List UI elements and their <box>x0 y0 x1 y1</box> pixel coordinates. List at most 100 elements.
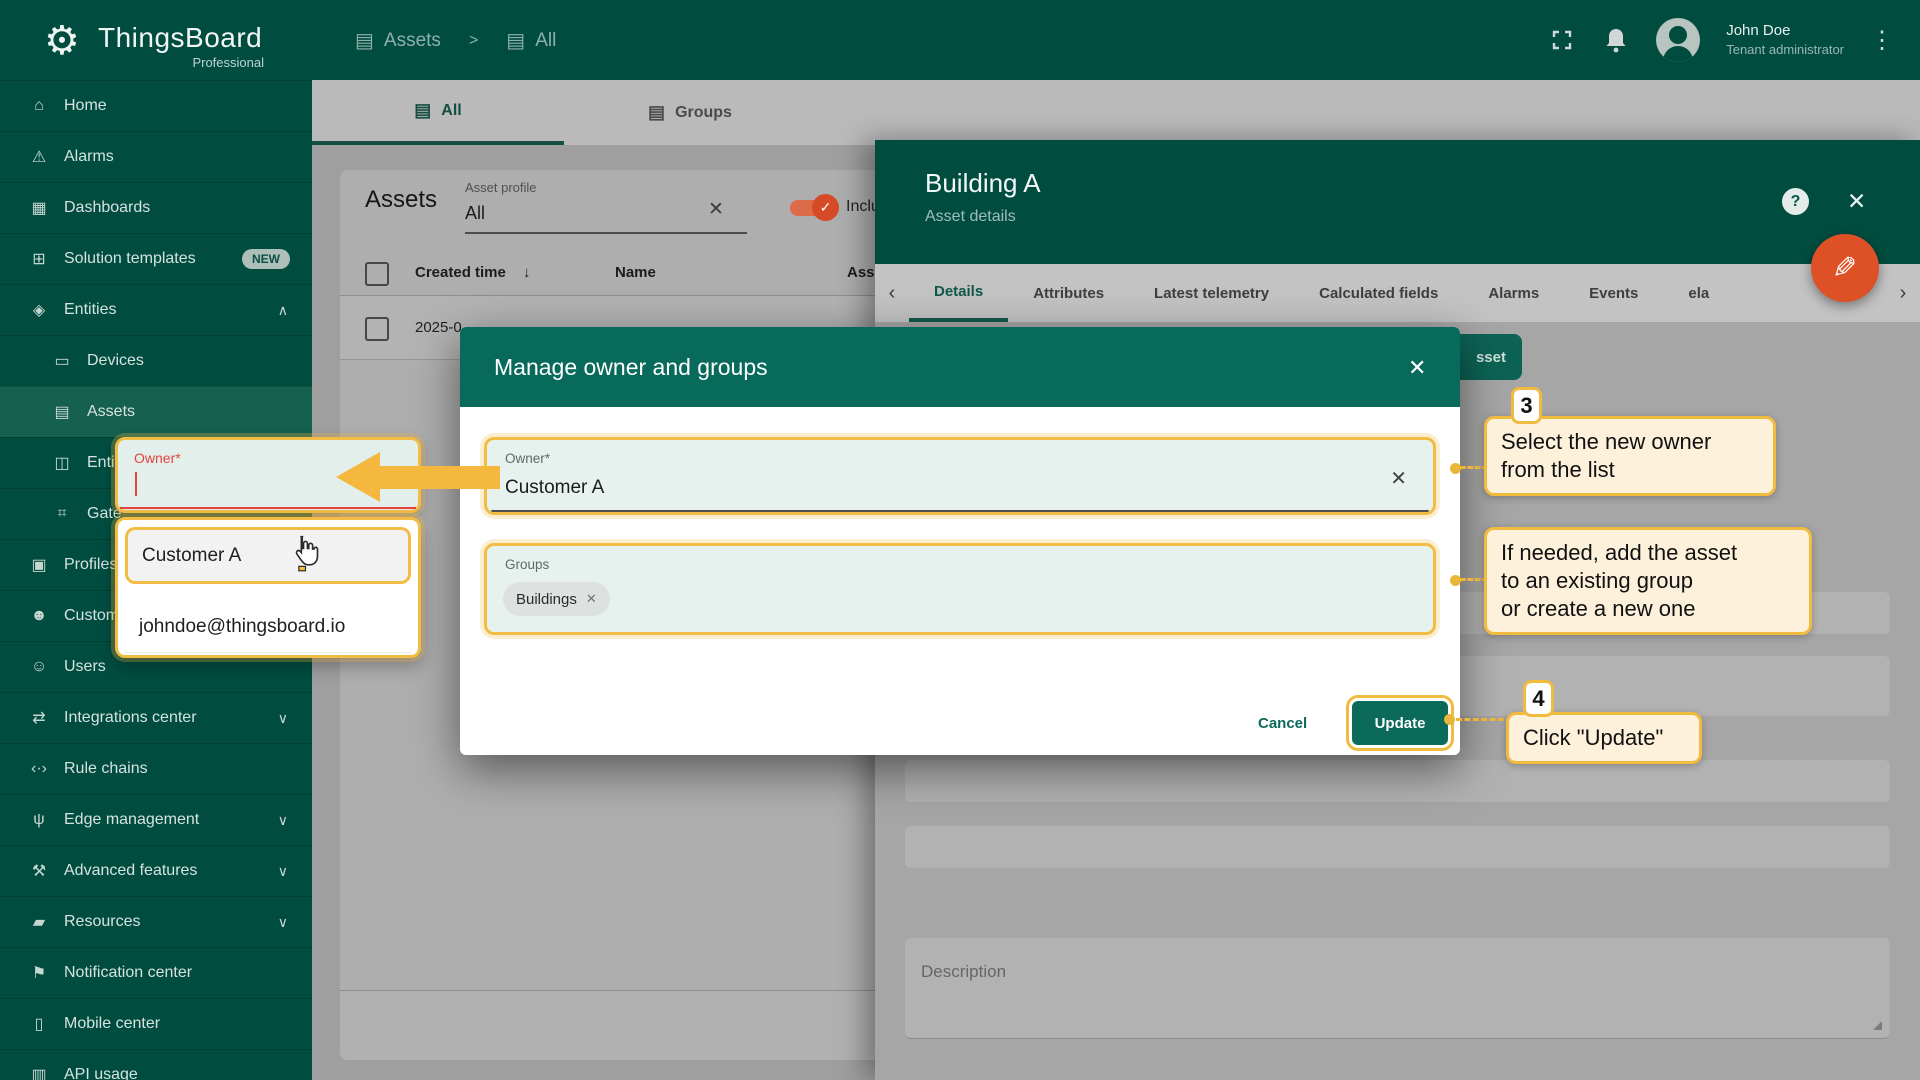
tabs-scroll-right-icon[interactable]: › <box>1886 264 1920 322</box>
hand-cursor-icon <box>286 533 322 573</box>
divider <box>125 652 411 653</box>
sidebar-item-alarms[interactable]: ⚠ Alarms <box>0 131 312 182</box>
sort-desc-icon[interactable]: ↓ <box>523 264 531 281</box>
group-chip-label: Buildings <box>516 591 577 608</box>
sidebar-item-devices[interactable]: ▭ Devices <box>0 335 312 386</box>
sidebar-item-notification-center[interactable]: ⚑ Notification center <box>0 947 312 998</box>
sidebar-item-advanced-features[interactable]: ⚒ Advanced features ∨ <box>0 845 312 896</box>
breadcrumb-all[interactable]: All <box>535 30 556 52</box>
solution-templates-icon: ⊞ <box>27 249 51 269</box>
user-info[interactable]: John Doe Tenant administrator <box>1726 21 1844 59</box>
devices-icon: ▭ <box>50 351 74 371</box>
drawer-tab-attributes[interactable]: Attributes <box>1008 264 1129 322</box>
asset-profile-filter-select[interactable]: All <box>465 203 485 224</box>
building-icon: ▤ <box>506 28 525 53</box>
option-customer-a[interactable]: Customer A <box>125 527 411 584</box>
step-3-badge: 3 <box>1511 387 1542 424</box>
error-underline <box>120 507 416 510</box>
column-created-time[interactable]: Created time <box>415 264 506 281</box>
sidebar-item-assets[interactable]: ▤ Assets <box>0 386 312 437</box>
tabs-scroll-left-icon[interactable]: ‹ <box>875 264 909 322</box>
clear-owner-icon[interactable]: ✕ <box>1390 466 1407 491</box>
profiles-icon: ▣ <box>27 555 51 575</box>
clear-filter-icon[interactable]: ✕ <box>708 198 724 221</box>
drawer-tab-latest-telemetry[interactable]: Latest telemetry <box>1129 264 1294 322</box>
table-footer <box>340 990 880 1060</box>
breadcrumb-separator: > <box>469 32 478 50</box>
tab-groups[interactable]: ▤ Groups <box>564 80 816 145</box>
table-header-row: Created time ↓ Name Ass <box>340 248 880 296</box>
sidebar-item-api-usage[interactable]: ▥ API usage <box>0 1049 312 1080</box>
sidebar-item-edge-management[interactable]: ψ Edge management ∨ <box>0 794 312 845</box>
column-name[interactable]: Name <box>615 264 656 281</box>
users-icon: ☺ <box>27 658 51 676</box>
breadcrumb: ▤ Assets > ▤ All <box>355 28 556 53</box>
drawer-tab-events[interactable]: Events <box>1564 264 1663 322</box>
sidebar-item-home[interactable]: ⌂ Home <box>0 80 312 131</box>
owner-field[interactable]: Owner* Customer A ✕ <box>484 437 1436 515</box>
update-button[interactable]: Update <box>1352 701 1448 745</box>
close-icon[interactable]: ✕ <box>1847 188 1866 215</box>
dialog-title: Manage owner and groups <box>494 354 768 381</box>
home-icon: ⌂ <box>27 97 51 115</box>
avatar[interactable] <box>1656 18 1700 62</box>
user-name: John Doe <box>1726 21 1844 41</box>
select-underline <box>465 232 747 234</box>
drawer-tab-alarms[interactable]: Alarms <box>1463 264 1564 322</box>
sidebar-item-entities[interactable]: ◈ Entities ∧ <box>0 284 312 335</box>
option-johndoe[interactable]: johndoe@thingsboard.io <box>139 616 345 638</box>
drawer-header: Building A Asset details ? ✕ <box>875 140 1920 264</box>
drawer-tab-calculated-fields[interactable]: Calculated fields <box>1294 264 1463 322</box>
advanced-icon: ⚒ <box>27 861 51 881</box>
drawer-tabs: Details Attributes Latest telemetry Calc… <box>909 264 1886 322</box>
row-checkbox[interactable] <box>365 317 389 341</box>
chevron-icon: ∨ <box>278 914 288 931</box>
remove-chip-icon[interactable]: ✕ <box>586 591 597 607</box>
breadcrumb-assets[interactable]: Assets <box>384 30 441 52</box>
tab-all[interactable]: ▤ All <box>312 80 564 145</box>
resize-handle-icon[interactable] <box>1873 1021 1882 1030</box>
logo-title: ThingsBoard <box>98 22 262 54</box>
owner-field-label: Owner* <box>505 451 550 466</box>
notifications-button[interactable] <box>1602 26 1630 54</box>
drawer-tab-partial[interactable]: ela <box>1663 264 1734 322</box>
fullscreen-button[interactable] <box>1548 26 1576 54</box>
api-icon: ▥ <box>27 1065 51 1080</box>
edit-fab-button[interactable]: ✎ <box>1811 234 1879 302</box>
description-label: Description <box>921 962 1006 982</box>
owner-field-value: Customer A <box>505 477 604 499</box>
building-icon: ▤ <box>355 28 374 53</box>
toggle-thumb-check-icon: ✓ <box>812 194 839 221</box>
chevron-icon: ∧ <box>278 302 288 319</box>
entities-icon: ◈ <box>27 300 51 320</box>
select-all-checkbox[interactable] <box>365 262 389 286</box>
top-header: ⚙ ThingsBoard Professional ▤ Assets > ▤ … <box>0 0 1920 80</box>
sidebar-item-dashboards[interactable]: ▦ Dashboards <box>0 182 312 233</box>
drawer-subtitle: Asset details <box>925 208 1016 226</box>
help-icon[interactable]: ? <box>1782 188 1809 215</box>
group-chip[interactable]: Buildings ✕ <box>503 582 610 616</box>
description-textarea[interactable]: Description <box>905 938 1890 1039</box>
rule-chains-icon: ‹·› <box>27 760 51 778</box>
close-icon[interactable]: ✕ <box>1408 355 1426 381</box>
building-icon: ▤ <box>648 102 665 123</box>
drawer-tabbar: ‹ Details Attributes Latest telemetry Ca… <box>875 264 1920 322</box>
sidebar-item-integrations-center[interactable]: ⇄ Integrations center ∨ <box>0 692 312 743</box>
sidebar-item-mobile-center[interactable]: ▯ Mobile center <box>0 998 312 1049</box>
drawer-tab-details[interactable]: Details <box>909 264 1008 322</box>
owner-options-dropdown: Customer A johndoe@thingsboard.io <box>115 517 421 658</box>
cancel-button[interactable]: Cancel <box>1258 715 1307 732</box>
drawer-title: Building A <box>925 168 1041 199</box>
chevron-icon: ∨ <box>278 863 288 880</box>
sidebar-item-solution-templates[interactable]: ⊞ Solution templates NEW <box>0 233 312 284</box>
sidebar-item-resources[interactable]: ▰ Resources ∨ <box>0 896 312 947</box>
assets-icon: ▤ <box>50 402 74 422</box>
groups-field-label: Groups <box>505 557 549 572</box>
step-4-badge: 4 <box>1523 680 1554 717</box>
text-caret <box>135 472 137 496</box>
column-asset-profile[interactable]: Ass <box>847 264 875 281</box>
thingsboard-logo-icon: ⚙ <box>44 18 80 64</box>
sidebar-item-rule-chains[interactable]: ‹·› Rule chains <box>0 743 312 794</box>
header-menu-button[interactable]: ⋮ <box>1870 26 1894 55</box>
groups-field[interactable]: Groups Buildings ✕ <box>484 543 1436 635</box>
